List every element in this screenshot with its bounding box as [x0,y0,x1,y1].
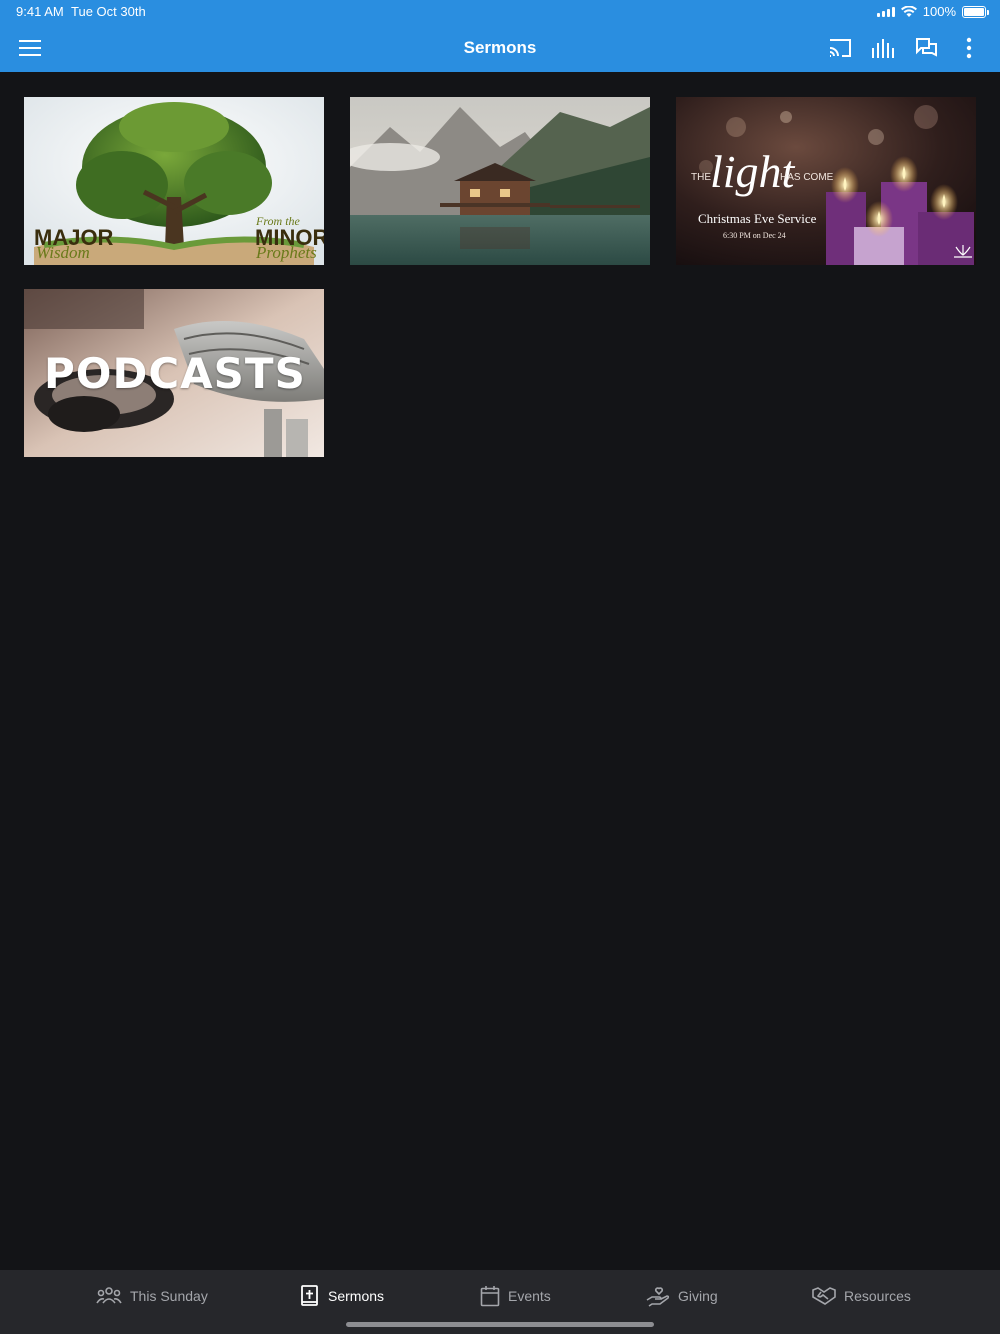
calendar-icon [480,1286,500,1307]
tile-text-podcasts: PODCASTS [44,349,306,398]
sermon-series-lake-cabin[interactable] [350,97,650,265]
tab-resources[interactable]: Resources [812,1284,911,1308]
tile-text-prophets: Prophets [256,243,317,262]
tab-events[interactable]: Events [480,1284,551,1308]
audio-bars-icon[interactable] [868,33,898,63]
tile-text-wisdom: Wisdom [36,243,90,262]
battery-icon [962,5,989,18]
sermon-series-major-minor[interactable]: MAJOR Wisdom From the MINOR Prophets [24,97,324,265]
tile-text-service: Christmas Eve Service [698,211,817,226]
tab-label: This Sunday [130,1288,208,1304]
app-bar: 9:41 AM Tue Oct 30th 100% Sermons [0,0,1000,72]
tab-label: Events [508,1288,551,1304]
tile-text-the: THE [691,172,711,183]
sermon-series-podcasts[interactable]: PODCASTS [24,289,324,457]
cast-icon[interactable] [825,33,855,63]
tab-giving[interactable]: Giving [646,1284,718,1308]
giving-hand-icon [646,1287,670,1307]
tab-label: Resources [844,1288,911,1304]
status-bar: 9:41 AM Tue Oct 30th 100% [0,0,1000,24]
status-right: 100% [876,4,989,19]
home-indicator [346,1322,654,1327]
sermon-series-christmas-eve[interactable]: THE light HAS COME Christmas Eve Service… [676,97,976,265]
cellular-signal-icon [876,6,895,17]
tile-text-time: 6:30 PM on Dec 24 [723,231,786,240]
wifi-icon [900,5,917,17]
battery-percent: 100% [922,4,956,19]
tile-text-has-come: HAS COME [780,172,834,183]
chat-icon[interactable] [911,33,941,63]
tab-sermons[interactable]: Sermons [300,1284,384,1308]
tab-label: Giving [678,1288,718,1304]
status-time: 9:41 AM [16,4,64,19]
group-icon [96,1287,122,1304]
tab-label: Sermons [328,1288,385,1304]
status-date: Tue Oct 30th [71,4,146,19]
more-vertical-icon[interactable] [954,33,984,63]
tab-this-sunday[interactable]: This Sunday [96,1284,208,1308]
handshake-icon [812,1287,836,1305]
bible-icon [301,1285,318,1306]
